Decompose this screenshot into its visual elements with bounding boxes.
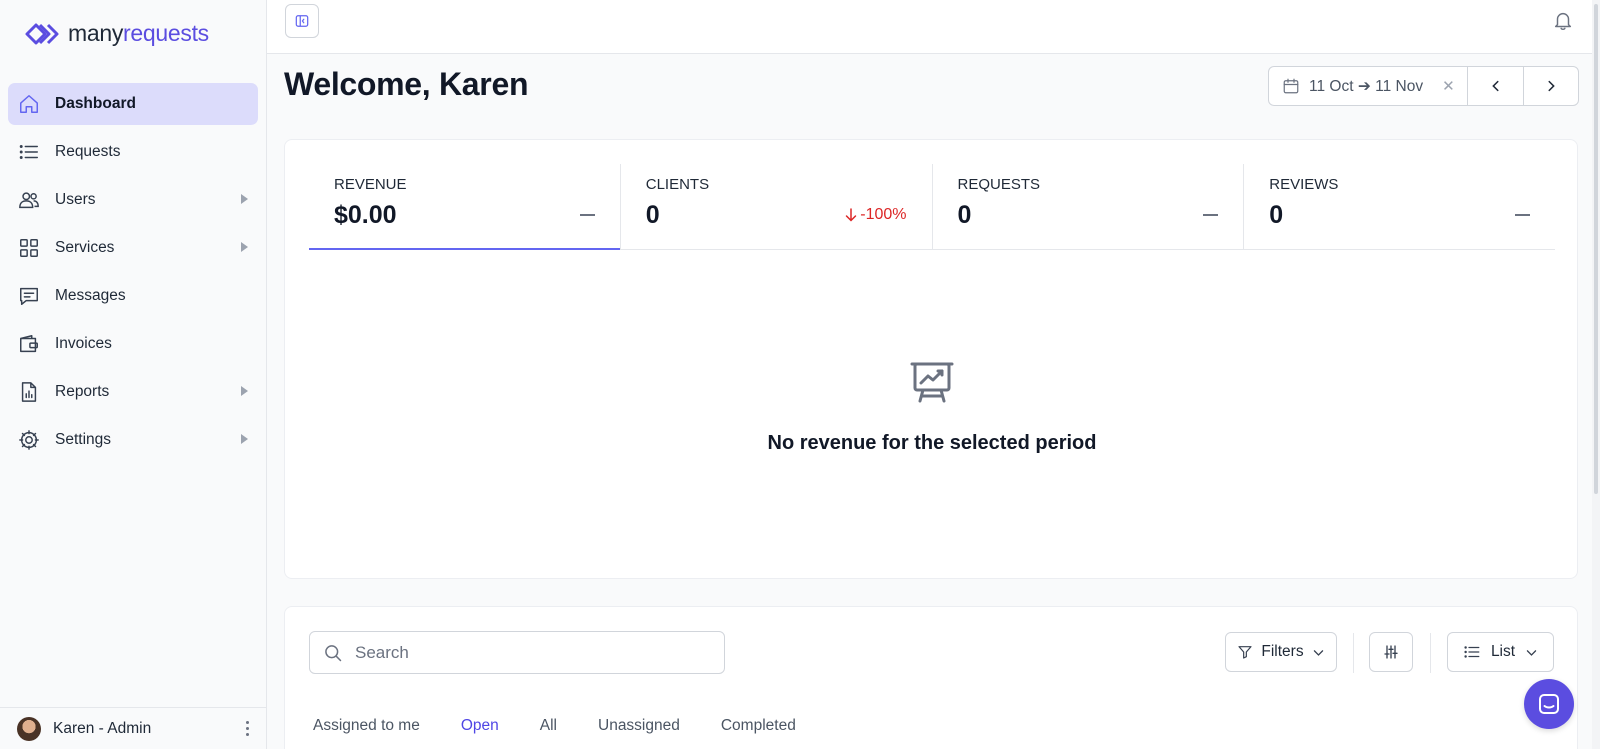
stat-value: $0.00	[334, 201, 397, 229]
stat-value: 0	[1269, 201, 1284, 229]
sidebar-item-label: Dashboard	[55, 95, 136, 112]
chat-launcher-button[interactable]	[1524, 679, 1574, 729]
stat-label: REVIEWS	[1269, 176, 1339, 193]
sidebar-item-label: Messages	[55, 287, 126, 304]
report-icon	[18, 381, 40, 403]
notifications-button[interactable]	[1552, 10, 1574, 37]
avatar	[17, 716, 41, 741]
sidebar-item-label: Services	[55, 239, 115, 256]
view-mode-label: List	[1490, 643, 1516, 660]
more-options-icon[interactable]	[246, 721, 249, 736]
user-menu[interactable]: Karen - Admin	[0, 707, 267, 749]
sidebar-item-label: Invoices	[55, 335, 112, 352]
sidebar-item-label: Reports	[55, 383, 110, 400]
wallet-icon	[18, 333, 40, 355]
stats-tabs: REVENUE $0.00 CLIENTS 0 -100% REQUESTS 0…	[309, 164, 1555, 250]
sidebar-item-messages[interactable]: Messages	[8, 275, 258, 317]
filter-icon	[1238, 646, 1252, 659]
sidebar-item-settings[interactable]: Settings	[8, 419, 258, 461]
user-name: Karen - Admin	[53, 719, 152, 737]
gear-icon	[18, 429, 40, 451]
sidebar-toggle-button[interactable]	[285, 4, 319, 38]
stat-label: REVENUE	[334, 176, 407, 193]
top-bar	[267, 0, 1592, 54]
chevron-left-icon	[1491, 80, 1499, 92]
presentation-chart-icon	[910, 361, 954, 410]
expand-caret-icon	[241, 434, 248, 444]
toolbar-divider	[1430, 633, 1431, 673]
expand-caret-icon	[241, 194, 248, 204]
sliders-icon	[1384, 645, 1398, 659]
sidebar-toggle-icon	[295, 15, 309, 27]
no-change-indicator	[579, 214, 595, 216]
stat-requests[interactable]: REQUESTS 0	[933, 164, 1245, 249]
stats-card: REVENUE $0.00 CLIENTS 0 -100% REQUESTS 0…	[284, 139, 1578, 579]
stat-reviews[interactable]: REVIEWS 0	[1244, 164, 1555, 249]
no-change-indicator	[1515, 214, 1530, 216]
date-range-value: 11 Oct ➔ 11 Nov	[1309, 77, 1424, 95]
brand-name: manyrequests	[68, 20, 209, 46]
calendar-icon	[1283, 78, 1299, 94]
stat-revenue[interactable]: REVENUE $0.00	[309, 164, 621, 250]
previous-period-button[interactable]	[1468, 67, 1523, 105]
stat-label: REQUESTS	[957, 176, 1041, 193]
expand-caret-icon	[241, 242, 248, 252]
page-title: Welcome, Karen	[284, 66, 529, 102]
tab-all[interactable]: All	[540, 717, 557, 735]
expand-caret-icon	[241, 386, 248, 396]
column-settings-button[interactable]	[1369, 632, 1413, 672]
sidebar-item-requests[interactable]: Requests	[8, 131, 258, 173]
filters-button[interactable]: Filters	[1225, 632, 1337, 672]
chat-bubble-icon	[1539, 694, 1559, 714]
tab-open[interactable]: Open	[461, 717, 499, 735]
filters-label: Filters	[1261, 643, 1304, 660]
sidebar-item-services[interactable]: Services	[8, 227, 258, 269]
stat-value: 0	[645, 201, 660, 229]
stat-change-value: -100%	[860, 206, 907, 223]
stat-value: 0	[957, 201, 972, 229]
search-icon	[325, 644, 342, 661]
list-icon	[18, 141, 40, 163]
stat-change: -100%	[845, 206, 907, 224]
sidebar-item-invoices[interactable]: Invoices	[8, 323, 258, 365]
sidebar-nav: Dashboard Requests Users Services Messag…	[8, 83, 258, 467]
chevron-down-icon	[1313, 649, 1323, 656]
sidebar-item-label: Settings	[55, 431, 112, 448]
logo-icon	[25, 23, 59, 44]
date-range-button[interactable]: 11 Oct ➔ 11 Nov ✕	[1269, 67, 1468, 105]
page-scrollbar[interactable]	[1592, 0, 1600, 749]
date-range-picker: 11 Oct ➔ 11 Nov ✕	[1268, 66, 1579, 106]
stat-label: CLIENTS	[645, 176, 710, 193]
tab-assigned-to-me[interactable]: Assigned to me	[313, 717, 420, 735]
empty-state-message: No revenue for the selected period	[767, 432, 1097, 454]
chat-icon	[18, 285, 40, 307]
sidebar-item-dashboard[interactable]: Dashboard	[8, 83, 258, 125]
home-icon	[18, 93, 40, 115]
chevron-down-icon	[1526, 649, 1537, 656]
toolbar-divider	[1353, 633, 1354, 673]
no-change-indicator	[1203, 214, 1219, 216]
tab-completed[interactable]: Completed	[721, 717, 796, 735]
sidebar-item-label: Users	[55, 191, 96, 208]
brand-logo[interactable]: manyrequests	[24, 20, 209, 47]
chevron-right-icon	[1548, 80, 1555, 92]
search-input[interactable]	[355, 642, 695, 663]
tab-unassigned[interactable]: Unassigned	[598, 717, 680, 735]
view-mode-button[interactable]: List	[1447, 632, 1554, 672]
sidebar-item-label: Requests	[55, 143, 121, 160]
arrow-down-icon	[846, 208, 857, 222]
sidebar-item-reports[interactable]: Reports	[8, 371, 258, 413]
list-icon	[1464, 646, 1480, 658]
sidebar-item-users[interactable]: Users	[8, 179, 258, 221]
bell-icon	[1554, 12, 1572, 30]
clear-date-icon[interactable]: ✕	[1442, 77, 1455, 95]
search-box[interactable]	[309, 631, 725, 674]
sidebar: manyrequests Dashboard Requests Users Se…	[0, 0, 267, 749]
stat-clients[interactable]: CLIENTS 0 -100%	[621, 164, 933, 249]
requests-card: Filters List Assigned to me Open All Una…	[284, 606, 1578, 749]
users-icon	[18, 189, 40, 211]
grid-icon	[18, 237, 40, 259]
next-period-button[interactable]	[1523, 67, 1578, 105]
request-tabs: Assigned to me Open All Unassigned Compl…	[313, 717, 837, 735]
